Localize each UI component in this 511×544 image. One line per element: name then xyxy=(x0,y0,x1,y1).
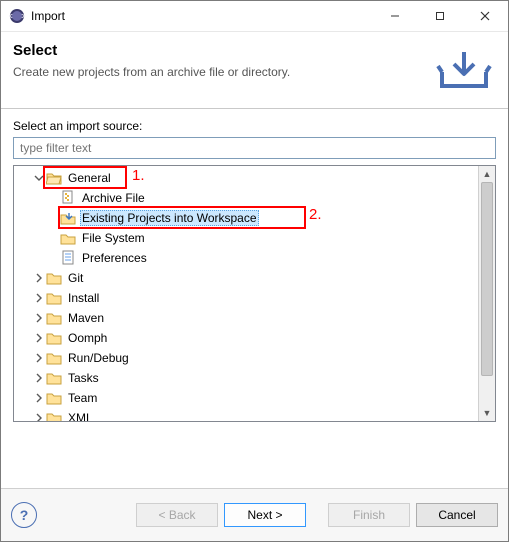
tree-item-label: Existing Projects into Workspace xyxy=(80,210,259,226)
tree-item-label: Archive File xyxy=(80,190,147,206)
preferences-file-icon xyxy=(60,250,76,266)
tree-scrollbar[interactable]: ▲ ▼ xyxy=(478,166,495,421)
close-button[interactable] xyxy=(462,1,508,31)
source-label: Select an import source: xyxy=(13,119,496,133)
window-controls xyxy=(372,1,508,31)
tree-item-git[interactable]: Git xyxy=(18,268,478,288)
body-spacer xyxy=(13,422,496,454)
folder-icon xyxy=(46,410,62,421)
back-button[interactable]: < Back xyxy=(136,503,218,527)
page-description: Create new projects from an archive file… xyxy=(13,65,290,79)
tree-item-existing-projects[interactable]: Existing Projects into Workspace xyxy=(18,208,478,228)
import-source-tree[interactable]: 1. 2. xyxy=(14,166,478,421)
chevron-right-icon[interactable] xyxy=(32,328,46,348)
chevron-right-icon[interactable] xyxy=(32,388,46,408)
folder-icon xyxy=(46,270,62,286)
import-wizard-window: Import Select Create new projects from a… xyxy=(0,0,509,542)
tree-item-general[interactable]: General xyxy=(18,168,478,188)
titlebar: Import xyxy=(1,1,508,32)
eclipse-icon xyxy=(9,8,25,24)
finish-button[interactable]: Finish xyxy=(328,503,410,527)
chevron-down-icon[interactable] xyxy=(32,168,46,188)
tree-item-rundebug[interactable]: Run/Debug xyxy=(18,348,478,368)
tree-item-label: General xyxy=(66,170,113,186)
tree-item-team[interactable]: Team xyxy=(18,388,478,408)
scroll-thumb[interactable] xyxy=(481,182,493,376)
tree-item-label: XML xyxy=(66,410,95,421)
tree-item-tasks[interactable]: Tasks xyxy=(18,368,478,388)
archive-file-icon xyxy=(60,190,76,206)
folder-import-icon xyxy=(60,210,76,226)
tree-item-label: Maven xyxy=(66,310,106,326)
tree-item-label: Oomph xyxy=(66,330,109,346)
page-title: Select xyxy=(13,42,290,59)
wizard-body: Select an import source: 1. 2. xyxy=(1,109,508,458)
tree-item-label: Run/Debug xyxy=(66,350,131,366)
folder-icon xyxy=(46,350,62,366)
tree-item-label: Preferences xyxy=(80,250,149,266)
tree-container: 1. 2. xyxy=(13,165,496,422)
tree-item-preferences[interactable]: Preferences xyxy=(18,248,478,268)
chevron-right-icon[interactable] xyxy=(32,268,46,288)
folder-icon xyxy=(46,290,62,306)
tree-item-label: Tasks xyxy=(66,370,101,386)
chevron-right-icon[interactable] xyxy=(32,408,46,421)
cancel-button[interactable]: Cancel xyxy=(416,503,498,527)
next-button[interactable]: Next > xyxy=(224,503,306,527)
wizard-header: Select Create new projects from an archi… xyxy=(1,32,508,108)
wizard-footer: ? < Back Next > Finish Cancel xyxy=(1,489,508,541)
folder-icon xyxy=(46,310,62,326)
scroll-track[interactable] xyxy=(479,182,495,405)
folder-icon xyxy=(46,330,62,346)
chevron-right-icon[interactable] xyxy=(32,348,46,368)
filter-input[interactable] xyxy=(13,137,496,159)
chevron-right-icon[interactable] xyxy=(32,368,46,388)
scroll-down-icon[interactable]: ▼ xyxy=(479,405,495,421)
folder-icon xyxy=(46,390,62,406)
maximize-button[interactable] xyxy=(417,1,462,31)
chevron-right-icon[interactable] xyxy=(32,308,46,328)
folder-icon xyxy=(46,370,62,386)
tree-item-archive-file[interactable]: Archive File xyxy=(18,188,478,208)
scroll-up-icon[interactable]: ▲ xyxy=(479,166,495,182)
tree-item-label: Install xyxy=(66,290,101,306)
tree-item-xml[interactable]: XML xyxy=(18,408,478,421)
tree-item-file-system[interactable]: File System xyxy=(18,228,478,248)
tree-item-label: Team xyxy=(66,390,99,406)
chevron-right-icon[interactable] xyxy=(32,288,46,308)
folder-icon xyxy=(60,230,76,246)
tree-item-label: Git xyxy=(66,270,85,286)
tree-item-maven[interactable]: Maven xyxy=(18,308,478,328)
minimize-button[interactable] xyxy=(372,1,417,31)
tree-item-install[interactable]: Install xyxy=(18,288,478,308)
help-button[interactable]: ? xyxy=(11,502,37,528)
tree-item-oomph[interactable]: Oomph xyxy=(18,328,478,348)
import-banner-icon xyxy=(436,50,492,96)
folder-open-icon xyxy=(46,170,62,186)
tree-item-label: File System xyxy=(80,230,147,246)
window-title: Import xyxy=(31,9,372,23)
